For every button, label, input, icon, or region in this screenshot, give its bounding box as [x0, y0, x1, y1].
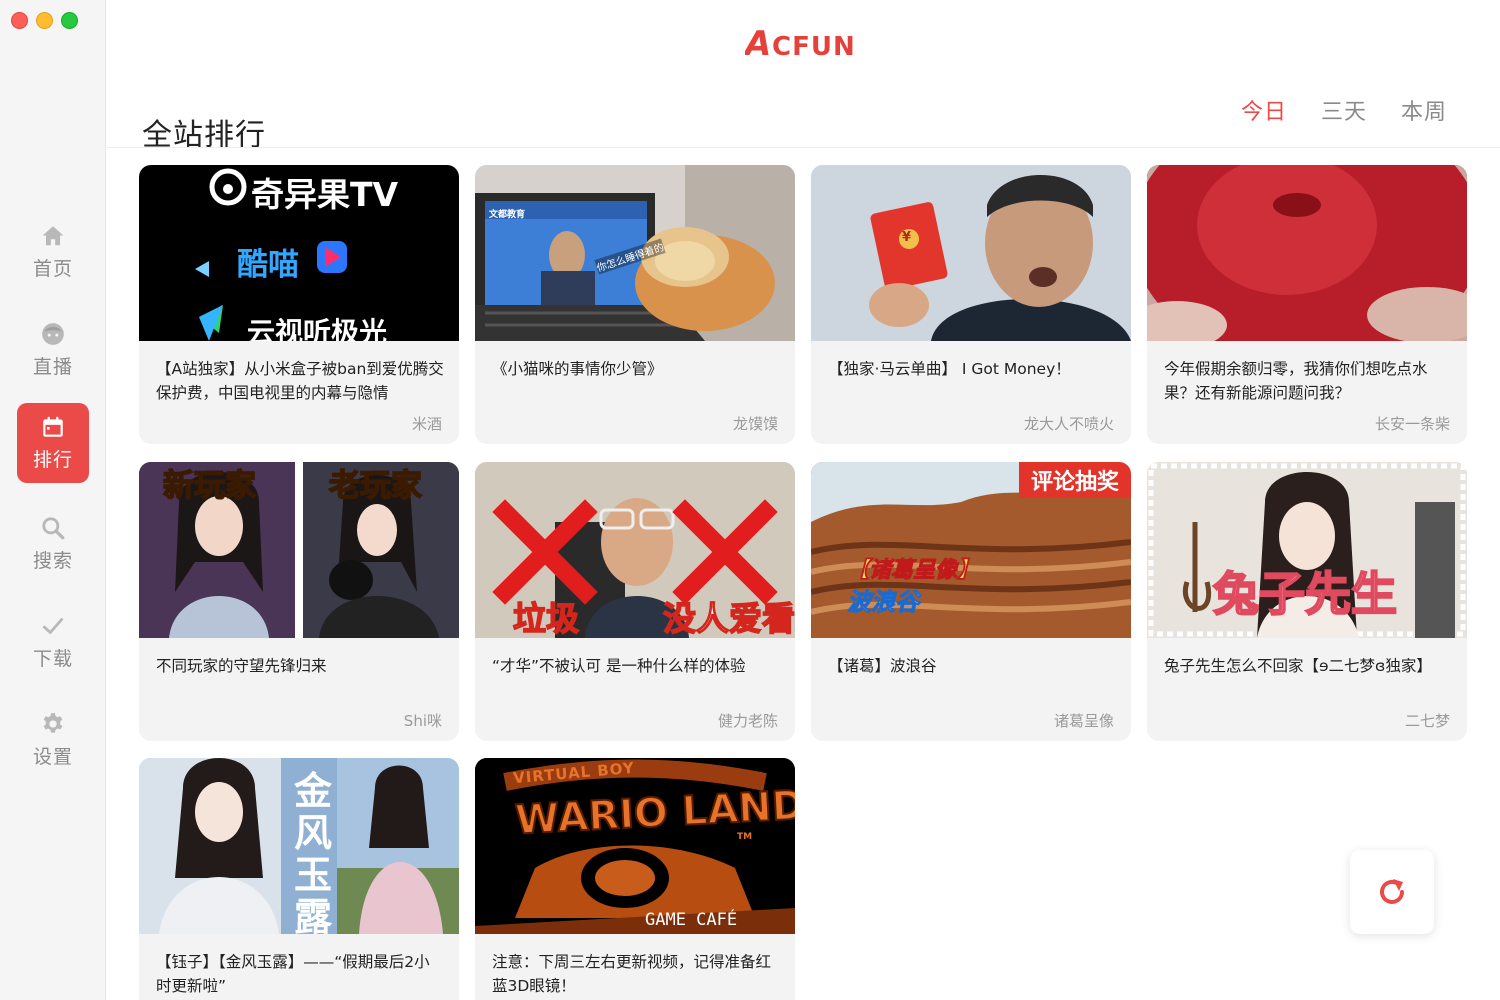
video-author[interactable]: 长安一条柴: [1375, 413, 1450, 434]
video-author[interactable]: 米酒: [412, 413, 442, 434]
video-thumbnail: 评论抽奖 【诸葛呈像】 波浪谷: [811, 462, 1131, 638]
video-title: 【诸葛】波浪谷: [828, 657, 937, 675]
video-card[interactable]: 新玩家 老玩家 不同玩家的守望先锋归来 Shi咪: [139, 462, 459, 741]
video-thumbnail: 兔子先生: [1147, 462, 1467, 638]
acfun-logo: A CFUN: [745, 24, 856, 62]
video-card[interactable]: 今年假期余额归零，我猜你们想吃点水果？还有新能源问题问我？ 长安一条柴: [1147, 165, 1467, 444]
video-card[interactable]: 兔子先生 兔子先生怎么不回家【ɘ二七梦ɞ独家】 二七梦: [1147, 462, 1467, 741]
video-thumbnail: VIRTUAL BOY WARIO LAND TM GAME CAFÉ: [475, 758, 795, 934]
video-thumbnail: 奇异果TV 酷喵 云视听极光: [139, 165, 459, 341]
thumbnail-text: TM: [737, 832, 753, 842]
sidebar-item-search[interactable]: 搜索: [17, 504, 89, 584]
tab-this-week[interactable]: 本周: [1401, 94, 1447, 126]
thumbnail-text: 文都教育: [489, 210, 526, 220]
sidebar-item-label: 设置: [32, 746, 73, 768]
video-title: 【独家·马云单曲】 I Got Money！: [828, 360, 1071, 378]
video-card[interactable]: ¥ 【独家·马云单曲】 I Got Money！ 龙大人不喷火: [811, 165, 1131, 444]
sidebar-item-label: 首页: [32, 258, 73, 280]
check-icon: [42, 618, 64, 634]
home-icon: [42, 226, 64, 246]
zoom-window-button[interactable]: [61, 12, 78, 29]
video-title: “才华”不被认可 是一种什么样的体验: [492, 657, 746, 675]
thumbnail-text: 没人爱看: [662, 598, 795, 638]
thumbnail-text: 兔子先生: [1212, 566, 1398, 622]
video-title: 《小猫咪的事情你少管》: [492, 360, 663, 378]
thumbnail-text: ¥: [902, 230, 912, 245]
thumbnail-text: 垃圾: [512, 598, 580, 638]
thumbnail-text: 云视听极光: [247, 316, 388, 341]
video-card[interactable]: 文都教育 你怎么睡得着的 《小猫咪的事情你少管》 龙馍馍: [475, 165, 795, 444]
gear-icon: [43, 713, 63, 733]
svg-text:CFUN: CFUN: [772, 32, 856, 62]
sidebar-item-ranking[interactable]: 排行: [17, 403, 89, 483]
video-thumbnail: 金 风 玉 露: [139, 758, 459, 934]
video-card[interactable]: VIRTUAL BOY WARIO LAND TM GAME CAFÉ 注意：下…: [475, 758, 795, 1000]
sidebar-item-settings[interactable]: 设置: [17, 700, 89, 780]
video-card[interactable]: 评论抽奖 【诸葛呈像】 波浪谷 【诸葛】波浪谷 诸葛呈像: [811, 462, 1131, 741]
video-title: 【钰子】【金风玉露】——“假期最后2小时更新啦”: [156, 953, 430, 995]
video-card[interactable]: 奇异果TV 酷喵 云视听极光 【A站独家】从小米盒子被ban到爱优腾交保护费，中…: [139, 165, 459, 444]
live-face-icon: [42, 323, 64, 345]
video-title: 不同玩家的守望先锋归来: [156, 657, 327, 675]
thumbnail-text: 酷喵: [237, 247, 299, 283]
minimize-window-button[interactable]: [36, 12, 53, 29]
video-card[interactable]: 金 风 玉 露 【钰子】【金风玉露】——“假期最后2小时更新啦”: [139, 758, 459, 1000]
tab-today[interactable]: 今日: [1241, 94, 1287, 126]
refresh-button[interactable]: [1350, 850, 1434, 934]
thumbnail-text: 评论抽奖: [1031, 470, 1120, 495]
sidebar-item-home[interactable]: 首页: [17, 212, 89, 292]
thumbnail-text: 奇异果TV: [251, 175, 399, 214]
range-tabs: 今日 三天 本周: [1241, 94, 1447, 126]
thumbnail-text: 【诸葛呈像】: [846, 558, 980, 584]
sidebar-item-label: 排行: [32, 449, 73, 471]
sidebar-item-live[interactable]: 直播: [17, 310, 89, 390]
tab-three-days[interactable]: 三天: [1321, 94, 1367, 126]
close-window-button[interactable]: [11, 12, 28, 29]
search-icon: [42, 517, 65, 540]
video-author[interactable]: 诸葛呈像: [1054, 710, 1114, 731]
thumbnail-text: 波浪谷: [847, 588, 920, 617]
video-card[interactable]: 垃圾 没人爱看 “才华”不被认可 是一种什么样的体验 健力老陈: [475, 462, 795, 741]
svg-text:A: A: [745, 24, 771, 62]
video-thumbnail: 新玩家 老玩家: [139, 462, 459, 638]
thumbnail-text: 露: [294, 895, 333, 934]
video-author[interactable]: 健力老陈: [718, 710, 778, 731]
sidebar-item-label: 下载: [32, 648, 73, 670]
video-thumbnail: ¥: [811, 165, 1131, 341]
video-title: 今年假期余额归零，我猜你们想吃点水果？还有新能源问题问我？: [1164, 360, 1428, 402]
video-grid: 奇异果TV 酷喵 云视听极光 【A站独家】从小米盒子被ban到爱优腾交保护费，中…: [139, 165, 1467, 1000]
thumbnail-text: GAME CAFÉ: [645, 910, 738, 930]
video-thumbnail: [1147, 165, 1467, 341]
refresh-icon: [1380, 879, 1404, 904]
thumbnail-image: [811, 165, 1131, 341]
sidebar-item-download[interactable]: 下载: [17, 602, 89, 682]
video-title: 兔子先生怎么不回家【ɘ二七梦ɞ独家】: [1164, 657, 1432, 675]
video-author[interactable]: 二七梦: [1405, 710, 1450, 731]
video-title: 注意：下周三左右更新视频，记得准备红蓝3D眼镜！: [492, 953, 772, 995]
video-author[interactable]: 龙馍馍: [733, 413, 778, 434]
video-thumbnail: 垃圾 没人爱看: [475, 462, 795, 638]
video-author[interactable]: Shi咪: [404, 710, 442, 731]
sidebar: 首页 直播 排行 搜索 下载 设置: [0, 0, 106, 1000]
video-title: 【A站独家】从小米盒子被ban到爱优腾交保护费，中国电视里的内幕与隐情: [156, 360, 444, 402]
window-controls: [11, 12, 78, 29]
thumbnail-image: [1147, 165, 1467, 341]
video-author[interactable]: 龙大人不喷火: [1024, 413, 1114, 434]
header-divider: [106, 147, 1500, 148]
thumbnail-text: 新玩家: [162, 467, 257, 505]
sidebar-item-label: 直播: [32, 356, 73, 378]
sidebar-item-label: 搜索: [32, 550, 73, 572]
calendar-icon: [43, 416, 63, 437]
thumbnail-text: 老玩家: [328, 467, 423, 505]
video-thumbnail: 文都教育 你怎么睡得着的: [475, 165, 795, 341]
